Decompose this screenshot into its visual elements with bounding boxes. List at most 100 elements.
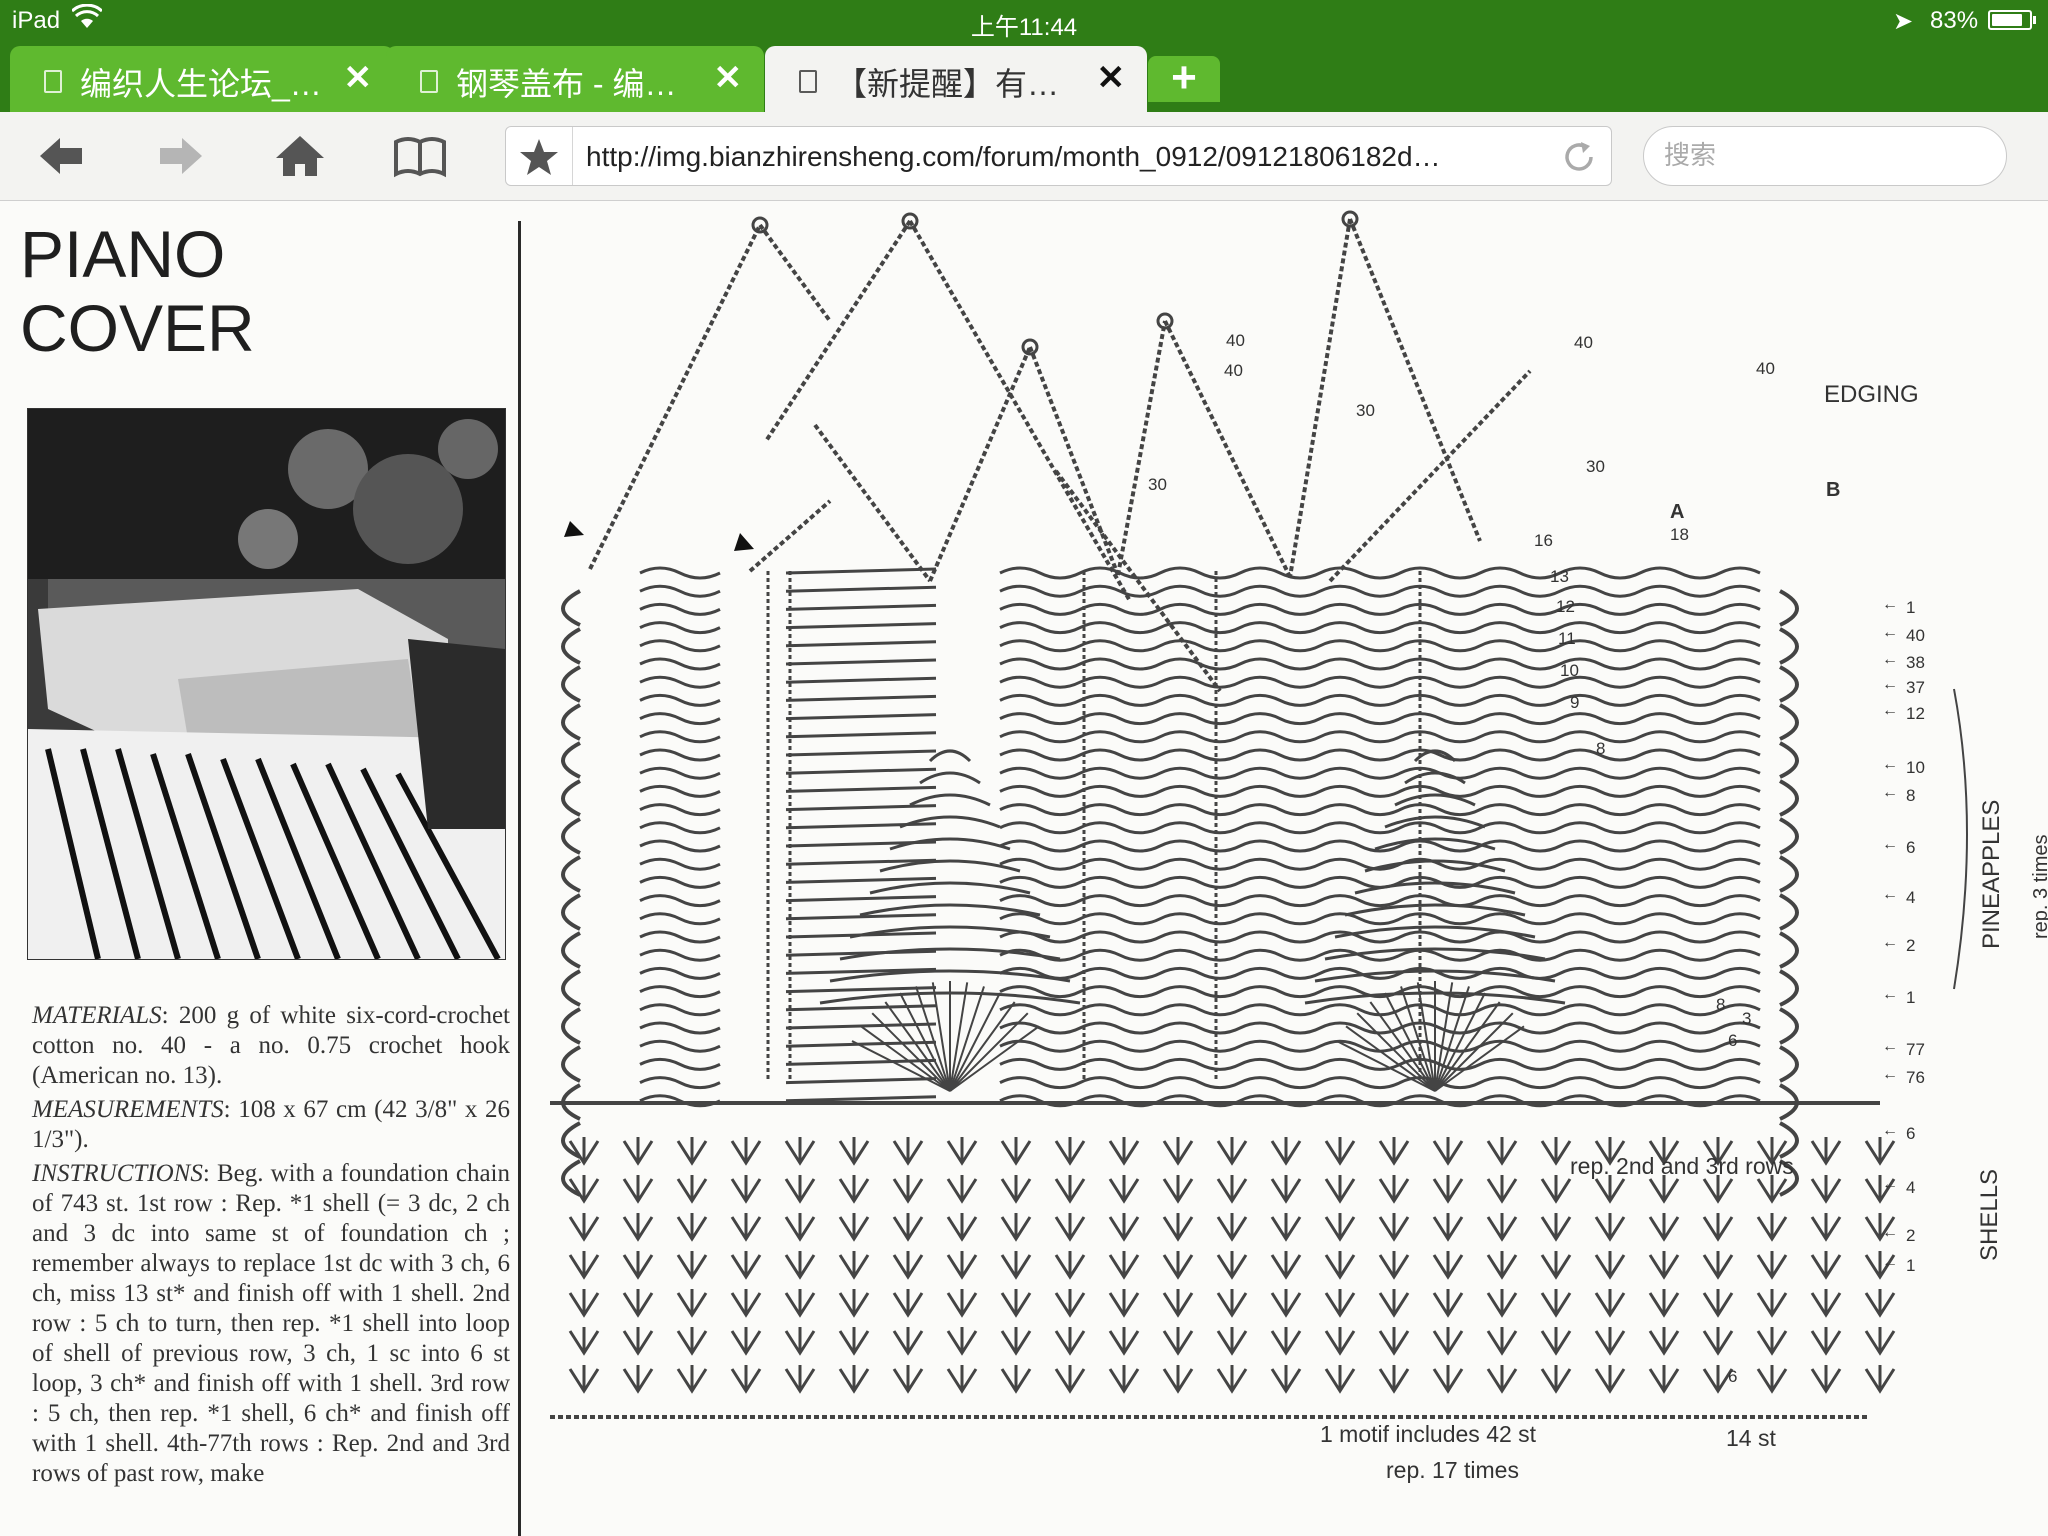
shell-fan: [730, 1289, 762, 1318]
row-chain: [639, 621, 1761, 635]
shell-fan: [1864, 1365, 1896, 1394]
shell-fan: [1540, 1365, 1572, 1394]
row-chain: [639, 857, 1761, 871]
forward-button[interactable]: [152, 130, 208, 182]
shell-loop: [561, 779, 581, 817]
count-label: 40: [1226, 331, 1245, 350]
shell-fan: [1540, 1137, 1572, 1166]
shell-fan: [730, 1175, 762, 1204]
chain-line: [928, 346, 1032, 582]
shell-loop: [1779, 855, 1799, 893]
shell-fan: [838, 1365, 870, 1394]
rep-3-times-label: rep. 3 times: [2030, 834, 2048, 939]
shell-fan: [1108, 1327, 1140, 1356]
shell-fan: [1270, 1289, 1302, 1318]
count-label: 6: [1728, 1031, 1738, 1050]
instructions-body: : Beg. with a foundation chain of 743 st…: [32, 1160, 510, 1487]
row-chain: [639, 784, 1761, 798]
row-number: 1: [1906, 598, 1916, 617]
shell-fan: [838, 1213, 870, 1242]
shell-fan: [1162, 1289, 1194, 1318]
location-arrow-icon: ➤: [1893, 8, 1914, 35]
shell-fan: [1756, 1289, 1788, 1318]
chain-line: [1028, 346, 1120, 576]
row-arrow-icon: ←: [1882, 624, 1898, 641]
search-box[interactable]: [1643, 126, 2007, 186]
shell-fan: [1810, 1289, 1842, 1318]
battery-percent: 83%: [1930, 7, 1979, 34]
row-chain: [639, 894, 1761, 908]
shell-fan: [1864, 1137, 1896, 1166]
shell-fan: [1000, 1289, 1032, 1318]
shell-fan: [622, 1137, 654, 1166]
shells-label: SHELLS: [1976, 1168, 2003, 1261]
row-chain: [639, 584, 1761, 598]
chain-line: [758, 223, 832, 323]
shell-fan: [1108, 1213, 1140, 1242]
rep-17-label: rep. 17 times: [1386, 1457, 1519, 1483]
shell-fan: [838, 1327, 870, 1356]
status-bar: iPad 上午11:44 ➤ 83%: [0, 0, 2048, 41]
search-input[interactable]: [1662, 139, 1986, 172]
home-button[interactable]: [272, 130, 328, 182]
row-number: 76: [1906, 1068, 1925, 1087]
brace: [1953, 688, 1968, 990]
row-number: 12: [1906, 704, 1925, 723]
shell-fan: [1810, 1251, 1842, 1280]
shell-fan: [1702, 1251, 1734, 1280]
shell-fan: [622, 1251, 654, 1280]
row-number: 40: [1906, 626, 1925, 645]
shell-fan: [730, 1137, 762, 1166]
shell-fan: [1270, 1327, 1302, 1356]
shell-fan: [1216, 1365, 1248, 1394]
url-text[interactable]: http://img.bianzhirensheng.com/forum/mon…: [586, 141, 1546, 173]
shell-fan: [946, 1137, 978, 1166]
forward-arrow-icon: [160, 138, 202, 174]
shell-fan: [1432, 1289, 1464, 1318]
shell-fan: [1378, 1289, 1410, 1318]
shell-fan: [568, 1365, 600, 1394]
back-button[interactable]: [34, 130, 90, 182]
shell-fan: [1216, 1251, 1248, 1280]
fan-stitch: [1369, 1001, 1436, 1092]
page-icon: [44, 70, 62, 93]
shell-fan: [1432, 1365, 1464, 1394]
close-tab-icon[interactable]: ✕: [1097, 58, 1126, 98]
shell-fan: [1486, 1251, 1518, 1280]
measurements-label: MEASUREMENTS: [32, 1096, 224, 1123]
shell-fan: [568, 1213, 600, 1242]
shell-fan: [1648, 1251, 1680, 1280]
shell-fan: [1432, 1327, 1464, 1356]
shell-fan: [1810, 1327, 1842, 1356]
shell-fan: [1216, 1327, 1248, 1356]
pineapple-chain: [1354, 881, 1516, 895]
row-arrow-icon: ←: [1882, 1122, 1898, 1139]
chain-line: [1054, 469, 1222, 693]
shell-fan: [1054, 1327, 1086, 1356]
new-tab-button[interactable]: +: [1148, 56, 1220, 102]
tab-reminder-active[interactable]: 【新提醒】有… ✕: [765, 46, 1147, 112]
shell-fan: [676, 1137, 708, 1166]
shell-fan: [1810, 1365, 1842, 1394]
shell-fan: [1000, 1137, 1032, 1166]
tab-forum[interactable]: 编织人生论坛_… ✕: [10, 46, 394, 112]
close-tab-icon[interactable]: ✕: [714, 58, 743, 98]
reload-icon[interactable]: [1561, 139, 1597, 175]
shell-fan: [838, 1137, 870, 1166]
shell-fan: [1162, 1365, 1194, 1394]
address-bar[interactable]: http://img.bianzhirensheng.com/forum/mon…: [505, 126, 1612, 186]
page-title: PIANO COVER: [20, 217, 255, 365]
triangle-marker: [564, 521, 584, 537]
shell-fan: [892, 1251, 924, 1280]
row-chain: [639, 602, 1761, 616]
shell-fan: [1540, 1251, 1572, 1280]
bookmarks-button[interactable]: [392, 130, 448, 182]
bookmark-star-icon[interactable]: [506, 127, 573, 185]
shell-loop: [1779, 665, 1799, 703]
row-chain: [639, 839, 1761, 853]
close-tab-icon[interactable]: ✕: [344, 58, 373, 98]
count-label: 18: [1670, 525, 1689, 544]
shell-fan: [1162, 1175, 1194, 1204]
row-chain: [639, 1057, 1761, 1071]
tab-piano-cover[interactable]: 钢琴盖布 - 编… ✕: [386, 46, 764, 112]
